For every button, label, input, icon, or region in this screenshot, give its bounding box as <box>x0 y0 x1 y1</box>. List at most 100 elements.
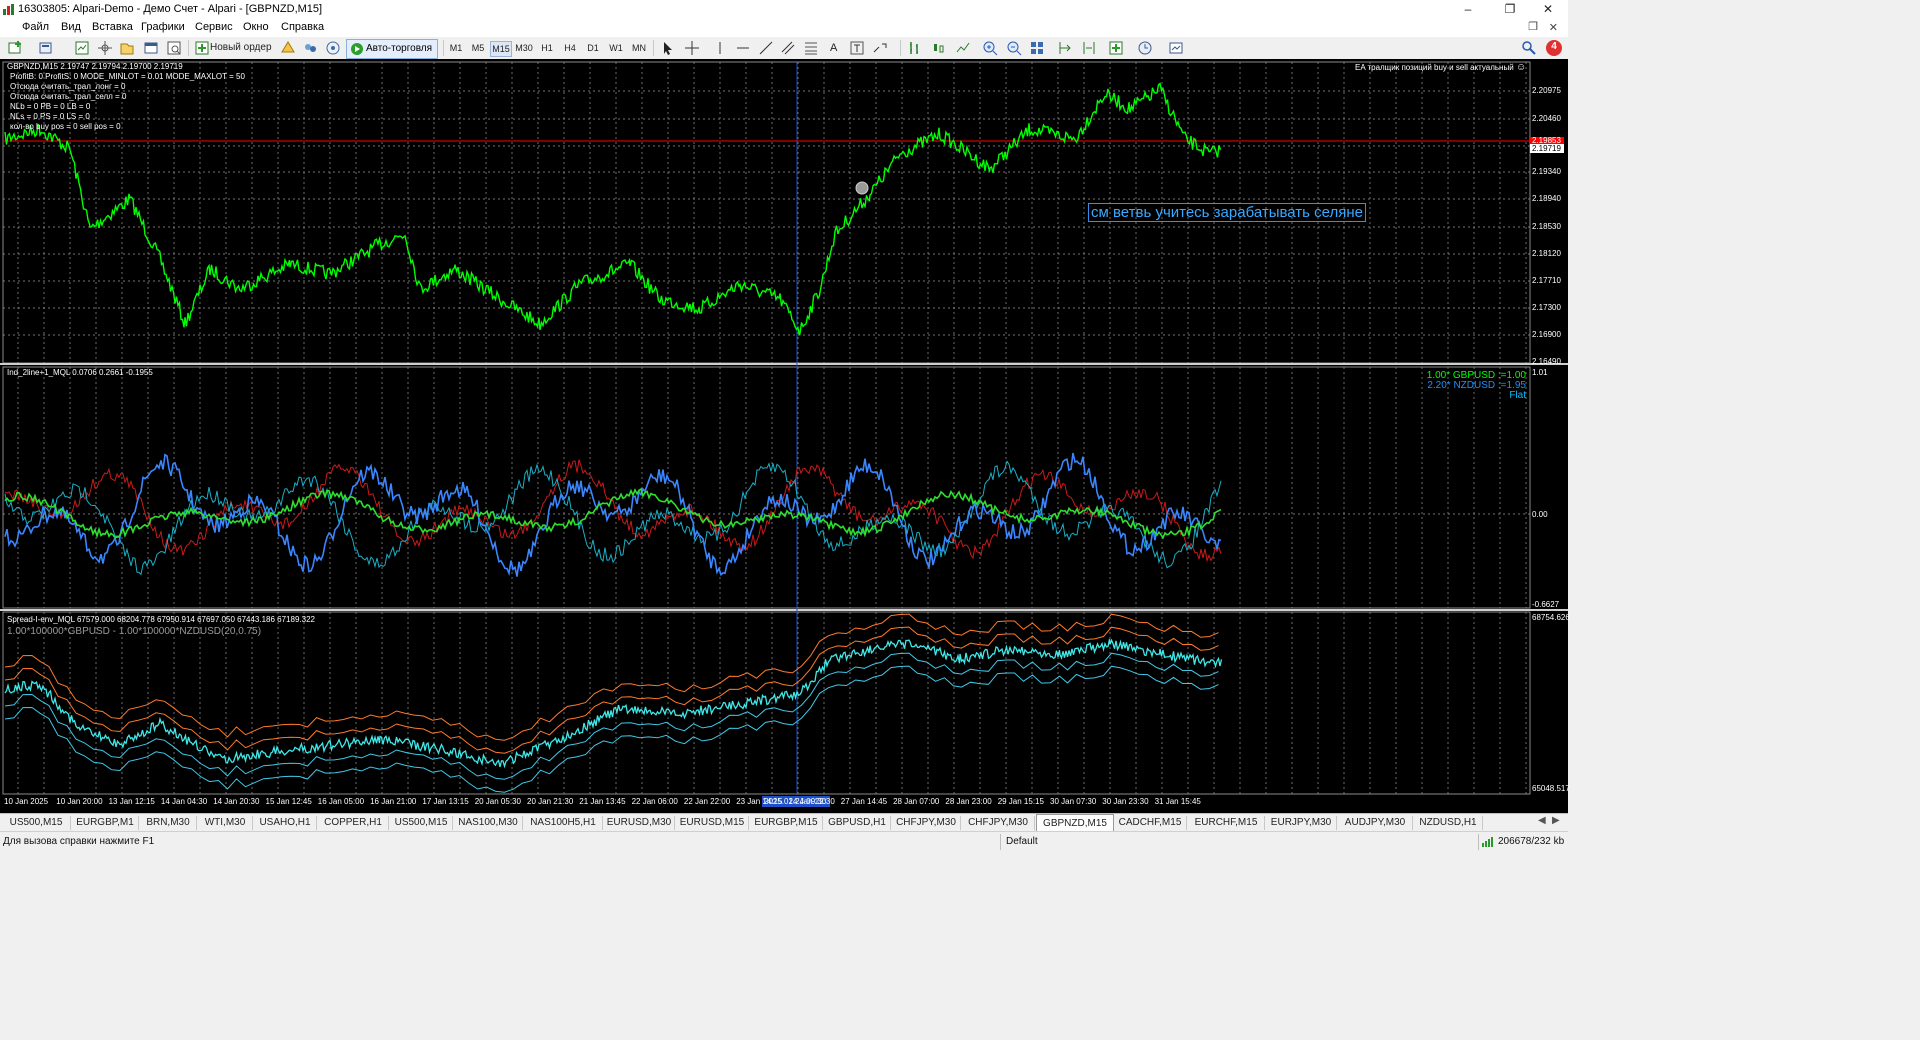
menu-help[interactable]: Справка <box>281 21 324 33</box>
toolbar-separator <box>653 40 654 56</box>
time-tick: 20 Jan 21:30 <box>527 797 574 806</box>
templates-icon[interactable] <box>1168 40 1184 56</box>
tab-nzdusd-h1[interactable]: NZDUSD,H1 <box>1414 816 1483 830</box>
menu-window[interactable]: Окно <box>243 21 269 33</box>
notifications-button[interactable]: 4 <box>1545 39 1563 57</box>
chart-comment[interactable]: см ветвь учитесь зарабатывать селяне <box>1088 203 1366 222</box>
ea-info-line: Отсюда считать_трал_лонг = 0 <box>10 82 126 91</box>
tf-m5-button[interactable]: M5 <box>468 41 488 55</box>
tf-m15-button[interactable]: M15 <box>490 41 512 57</box>
indicator1-axis-zero: 0.00 <box>1532 510 1548 519</box>
ea-info-line: кол-во buy pos = 0 sell pos = 0 <box>10 122 121 131</box>
mdi-restore-icon[interactable]: ❐ <box>1528 20 1538 33</box>
minimize-button[interactable]: ‒ <box>1448 0 1488 19</box>
signals-icon[interactable] <box>325 40 341 56</box>
menu-insert[interactable]: Вставка <box>92 21 133 33</box>
menu-file[interactable]: Файл <box>22 21 49 33</box>
tabs-scroll-left-icon[interactable]: ◀ <box>1538 815 1546 826</box>
tab-copper-h1[interactable]: COPPER,H1 <box>318 816 389 830</box>
bar-chart-icon[interactable] <box>907 40 923 56</box>
candles-icon[interactable] <box>931 40 947 56</box>
time-tick: 21 Jan 13:45 <box>579 797 626 806</box>
horizontal-line-icon[interactable] <box>735 40 751 56</box>
metaeditor-icon[interactable] <box>280 40 296 56</box>
chart-window[interactable]: GBPNZD,M15 2.19747 2.19794 2.19700 2.197… <box>0 59 1570 813</box>
periods-icon[interactable] <box>1137 40 1153 56</box>
tf-w1-button[interactable]: W1 <box>606 41 626 55</box>
trade-marker-icon[interactable] <box>855 181 869 195</box>
tab-cadchf-m15[interactable]: CADCHF,M15 <box>1114 816 1187 830</box>
ea-info-line: NLb = 0 PB = 0 LB = 0 <box>10 102 91 111</box>
toolbar-separator <box>188 40 189 56</box>
profiles-icon[interactable] <box>38 40 54 56</box>
maximize-button[interactable]: ❐ <box>1490 0 1530 19</box>
tile-windows-icon[interactable] <box>1029 40 1045 56</box>
tf-mn-button[interactable]: MN <box>629 41 649 55</box>
equidistant-channel-icon[interactable] <box>780 40 796 56</box>
connection-icon <box>1482 837 1493 847</box>
tf-d1-button[interactable]: D1 <box>583 41 603 55</box>
strategy-tester-icon[interactable] <box>166 40 182 56</box>
terminal-icon[interactable] <box>143 40 159 56</box>
tf-m30-button[interactable]: M30 <box>514 41 534 55</box>
mdi-close-icon[interactable]: ✕ <box>1549 21 1558 34</box>
tab-nas100-m30[interactable]: NAS100,M30 <box>454 816 523 830</box>
tab-eurgbp-m1[interactable]: EURGBP,M1 <box>72 816 139 830</box>
status-profile[interactable]: Default <box>1006 836 1038 847</box>
tab-nas100h5-h1[interactable]: NAS100H5,H1 <box>524 816 603 830</box>
tab-brn-m30[interactable]: BRN,M30 <box>140 816 197 830</box>
tf-h4-button[interactable]: H4 <box>560 41 580 55</box>
ea-info-line: Отсюда считать_трал_селл = 0 <box>10 92 127 101</box>
text-label-icon[interactable] <box>849 40 865 56</box>
community-icon[interactable] <box>302 40 318 56</box>
zoom-in-icon[interactable] <box>982 40 998 56</box>
tab-chfjpy-m30[interactable]: CHFJPY,M30 <box>892 816 961 830</box>
play-icon <box>351 43 363 55</box>
price-tick: 2.19340 <box>1532 167 1561 176</box>
tab-us500-m15[interactable]: US500,M15 <box>2 816 71 830</box>
new-order-icon[interactable] <box>194 40 210 56</box>
line-chart-icon[interactable] <box>955 40 971 56</box>
tab-audjpy-m30[interactable]: AUDJPY,M30 <box>1338 816 1413 830</box>
tab-eurusd-m15[interactable]: EURUSD,M15 <box>676 816 749 830</box>
tabs-scroll-right-icon[interactable]: ▶ <box>1552 815 1560 826</box>
time-tick: 31 Jan 15:45 <box>1154 797 1201 806</box>
close-button[interactable]: ✕ <box>1528 0 1568 19</box>
menu-view[interactable]: Вид <box>61 21 81 33</box>
trendline-icon[interactable] <box>758 40 774 56</box>
menu-charts[interactable]: Графики <box>141 21 185 33</box>
tab-eurchf-m15[interactable]: EURCHF,M15 <box>1188 816 1265 830</box>
navigator-icon[interactable] <box>119 40 135 56</box>
cursor-icon[interactable] <box>660 40 676 56</box>
tab-chfjpy-m30-2[interactable]: CHFJPY,M30 <box>962 816 1035 830</box>
time-tick: 14 Jan 04:30 <box>160 797 208 806</box>
chart-canvas[interactable] <box>0 59 1568 813</box>
chart-shift-icon[interactable] <box>1057 40 1073 56</box>
tab-usaho-h1[interactable]: USAHO,H1 <box>254 816 317 830</box>
market-watch-icon[interactable] <box>74 40 90 56</box>
tab-eurgbp-m15[interactable]: EURGBP,M15 <box>750 816 823 830</box>
crosshair-icon[interactable] <box>684 40 700 56</box>
tab-us500-m15-2[interactable]: US500,M15 <box>390 816 453 830</box>
tab-eurjpy-m30[interactable]: EURJPY,M30 <box>1266 816 1337 830</box>
autoscroll-icon[interactable] <box>1081 40 1097 56</box>
data-window-icon[interactable] <box>97 40 113 56</box>
autotrading-button[interactable]: Авто-торговля <box>346 39 438 59</box>
new-order-button[interactable]: Новый ордер <box>210 40 272 56</box>
tf-m1-button[interactable]: M1 <box>446 41 466 55</box>
tab-wti-m30[interactable]: WTI,M30 <box>198 816 253 830</box>
price-tick: 2.16900 <box>1532 330 1561 339</box>
arrows-icon[interactable] <box>872 40 888 56</box>
tab-eurusd-m30[interactable]: EURUSD,M30 <box>604 816 675 830</box>
tab-gbpusd-h1[interactable]: GBPUSD,H1 <box>824 816 891 830</box>
fibonacci-icon[interactable] <box>803 40 819 56</box>
indicators-icon[interactable] <box>1108 40 1124 56</box>
search-icon[interactable] <box>1521 40 1537 56</box>
text-tool-icon[interactable]: A <box>830 40 837 56</box>
menu-tools[interactable]: Сервис <box>195 21 233 33</box>
time-tick: 13 Jan 12:15 <box>108 797 155 806</box>
new-chart-icon[interactable] <box>8 40 24 56</box>
zoom-out-icon[interactable] <box>1006 40 1022 56</box>
vertical-line-icon[interactable] <box>712 40 728 56</box>
tf-h1-button[interactable]: H1 <box>537 41 557 55</box>
